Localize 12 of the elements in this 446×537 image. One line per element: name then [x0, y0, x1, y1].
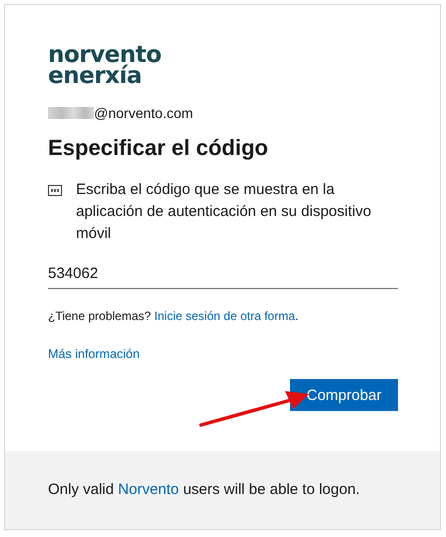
account-email: @norvento.com — [94, 105, 194, 121]
more-info-link[interactable]: Más información — [48, 347, 140, 361]
footer-text: Only valid Norvento users will be able to logon. — [48, 480, 360, 500]
page-title: Especificar el código — [48, 135, 270, 161]
other-sign-in-link[interactable]: Inicie sesión de otra forma — [154, 309, 296, 323]
logo: norvento enerxía — [48, 45, 162, 87]
code-field[interactable]: 534062 — [48, 261, 398, 289]
instruction-text: Escriba el código que se muestra en la aplicación de autenticación en su dispositivo móvil — [76, 180, 372, 244]
trouble-text: ¿Tiene problemas? Inicie sesión de otra forma. — [48, 309, 300, 323]
verify-button[interactable]: Comprobar — [290, 379, 398, 411]
keypad-icon — [48, 185, 62, 196]
norvento-link[interactable]: Norvento — [118, 481, 179, 498]
